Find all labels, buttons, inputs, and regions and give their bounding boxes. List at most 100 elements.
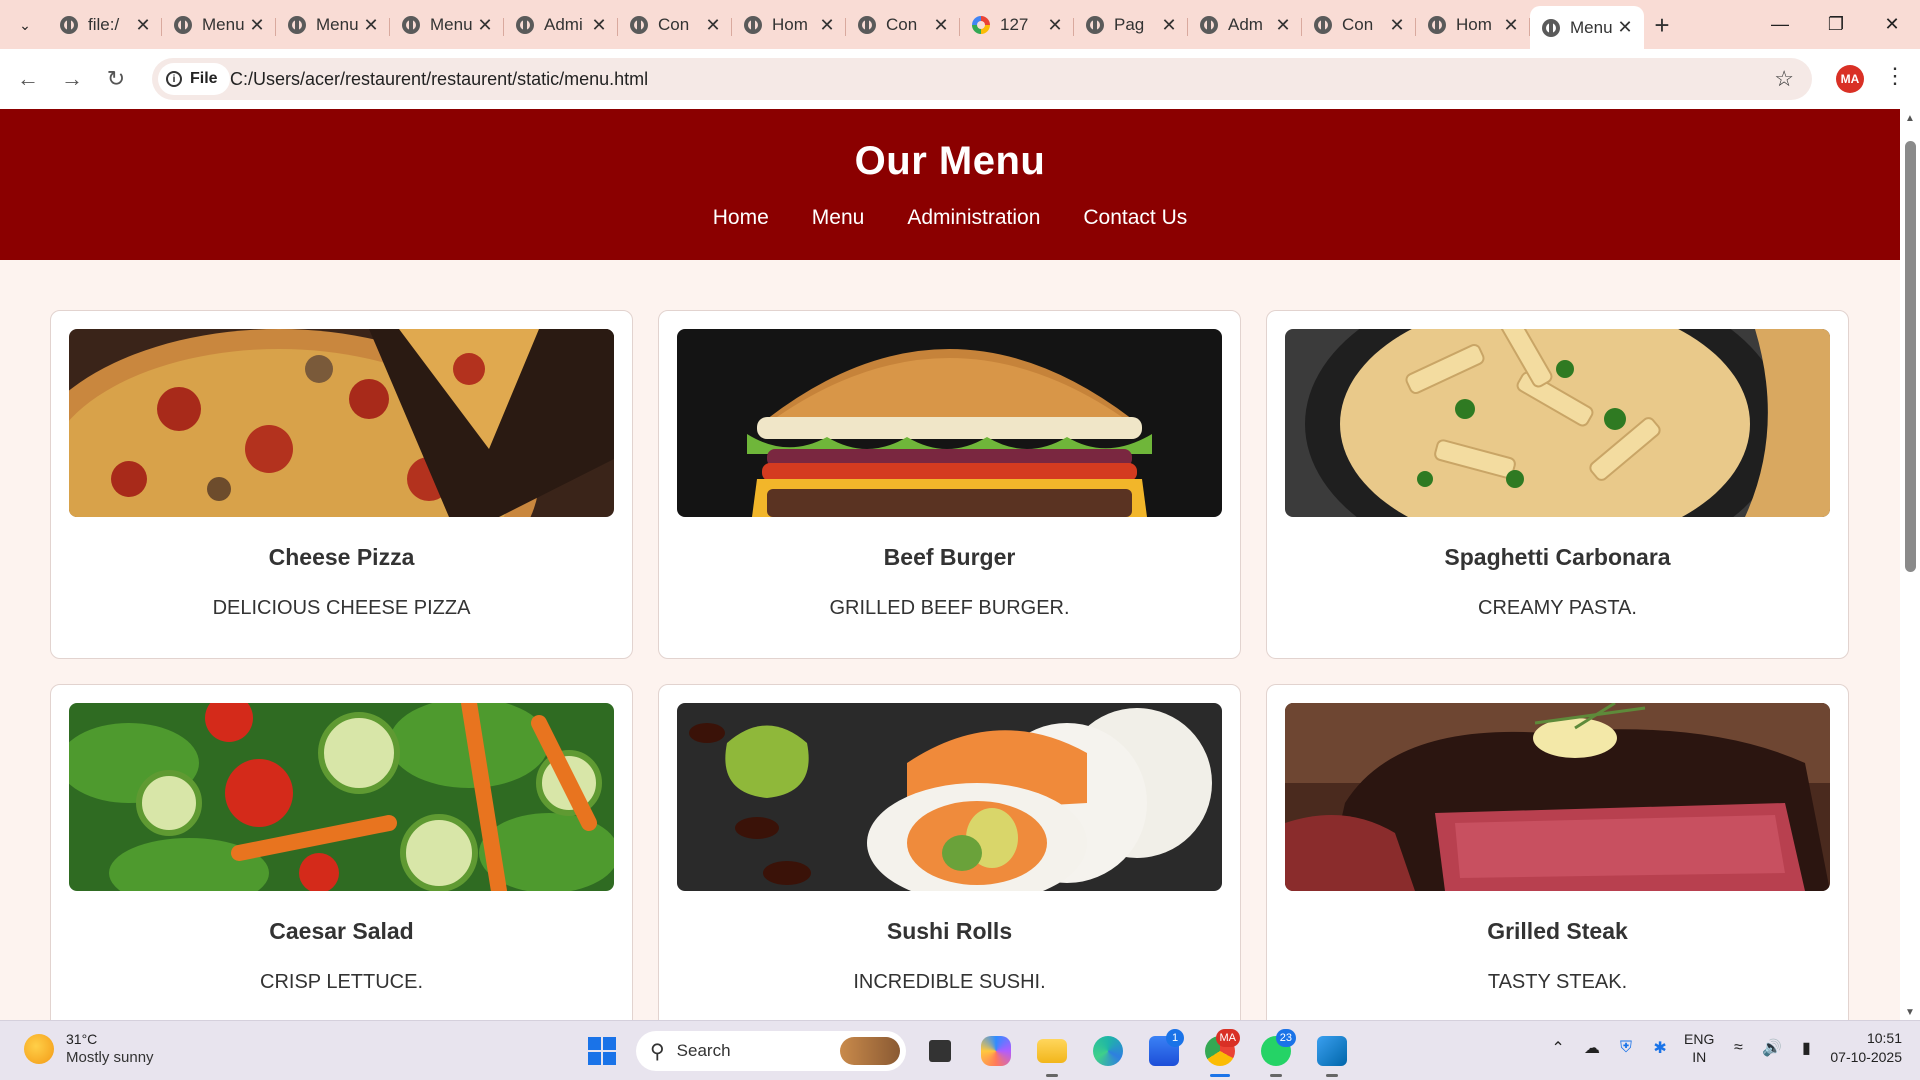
back-arrow-icon[interactable]: ← xyxy=(12,63,44,95)
windows-start-icon[interactable] xyxy=(580,1029,624,1073)
page-title: Our Menu xyxy=(854,139,1046,183)
close-tab-icon[interactable]: ✕ xyxy=(476,15,494,36)
minimize-icon[interactable]: — xyxy=(1752,0,1808,49)
browser-tab[interactable]: Adm ✕ xyxy=(1188,6,1302,44)
address-bar[interactable]: i File C:/Users/acer/restaurent/restaure… xyxy=(152,58,1812,100)
scroll-down-arrow-icon[interactable]: ▼ xyxy=(1905,1007,1915,1018)
weather-widget[interactable]: 31°C Mostly sunny xyxy=(24,1031,154,1066)
nav-link-contact-us[interactable]: Contact Us xyxy=(1083,206,1187,230)
close-tab-icon[interactable]: ✕ xyxy=(1160,15,1178,36)
browser-tab[interactable]: Pag ✕ xyxy=(1074,6,1188,44)
tab-title: Admi xyxy=(544,15,583,34)
restore-icon[interactable]: ❐ xyxy=(1808,0,1864,49)
browser-tab[interactable]: Menu ✕ xyxy=(276,6,390,44)
forward-arrow-icon[interactable]: → xyxy=(56,63,88,95)
chrome-icon[interactable]: MA xyxy=(1198,1029,1242,1077)
profile-avatar[interactable]: MA xyxy=(1836,65,1864,93)
pizza-image xyxy=(69,329,614,517)
menu-card: Caesar Salad Crisp lettuce. xyxy=(50,684,633,1020)
browser-tab[interactable]: Menu ✕ xyxy=(1530,6,1644,49)
close-tab-icon[interactable]: ✕ xyxy=(1616,17,1634,38)
nav-link-home[interactable]: Home xyxy=(713,206,769,230)
more-menu-icon[interactable]: ⋮ xyxy=(1884,63,1906,89)
wifi-icon[interactable]: ≈ xyxy=(1728,1038,1748,1058)
globe-icon xyxy=(516,16,534,34)
tab-title: file:/ xyxy=(88,15,120,34)
browser-tab[interactable]: Hom ✕ xyxy=(1416,6,1530,44)
nav-link-menu[interactable]: Menu xyxy=(812,206,865,230)
close-window-icon[interactable]: ✕ xyxy=(1864,0,1920,49)
close-tab-icon[interactable]: ✕ xyxy=(362,15,380,36)
new-tab-plus-icon[interactable]: + xyxy=(1644,6,1680,44)
page-viewport: Our Menu Home Menu Administration Contac… xyxy=(0,109,1900,1020)
globe-icon xyxy=(630,16,648,34)
browser-tab[interactable]: Con ✕ xyxy=(1302,6,1416,44)
menu-card: Grilled Steak Tasty steak. xyxy=(1266,684,1849,1020)
close-tab-icon[interactable]: ✕ xyxy=(1388,15,1406,36)
url-text[interactable]: C:/Users/acer/restaurent/restaurent/stat… xyxy=(230,69,648,90)
menu-item-name: Spaghetti Carbonara xyxy=(1444,544,1671,570)
browser-tab[interactable]: 127 ✕ xyxy=(960,6,1074,44)
sushi-image xyxy=(677,703,1222,891)
scrollbar-thumb[interactable] xyxy=(1905,141,1916,572)
language-code: ENG xyxy=(1684,1031,1715,1047)
vscode-icon[interactable] xyxy=(1310,1029,1354,1077)
browser-tab[interactable]: file:/ ✕ xyxy=(48,6,162,44)
chrome-profile-badge: MA xyxy=(1215,1029,1240,1047)
page-scrollbar[interactable]: ▲ ▼ xyxy=(1900,109,1920,1020)
globe-icon xyxy=(858,16,876,34)
close-tab-icon[interactable]: ✕ xyxy=(590,15,608,36)
taskbar-apps: ⚲ Search 1 MA 23 xyxy=(580,1029,1354,1077)
window-controls: — ❐ ✕ xyxy=(1752,0,1920,49)
menu-item-description: Incredible sushi. xyxy=(853,971,1046,993)
tab-search-chevron-icon[interactable]: ⌄ xyxy=(8,10,42,40)
copilot-icon[interactable] xyxy=(974,1029,1018,1073)
close-tab-icon[interactable]: ✕ xyxy=(248,15,266,36)
tab-title: Menu xyxy=(430,15,473,34)
battery-icon[interactable]: ▮ xyxy=(1796,1038,1816,1058)
close-tab-icon[interactable]: ✕ xyxy=(704,15,722,36)
browser-tab[interactable]: Con ✕ xyxy=(618,6,732,44)
taskbar-search-label: Search xyxy=(676,1041,731,1060)
browser-tab[interactable]: Menu ✕ xyxy=(162,6,276,44)
close-tab-icon[interactable]: ✕ xyxy=(932,15,950,36)
close-tab-icon[interactable]: ✕ xyxy=(1502,15,1520,36)
security-shield-icon[interactable]: ⛨ xyxy=(1616,1038,1636,1058)
close-tab-icon[interactable]: ✕ xyxy=(1274,15,1292,36)
browser-tab[interactable]: Con ✕ xyxy=(846,6,960,44)
globe-icon xyxy=(1542,18,1560,37)
nav-link-administration[interactable]: Administration xyxy=(907,206,1040,230)
bluetooth-icon[interactable]: ✱ xyxy=(1650,1038,1670,1058)
clock[interactable]: 10:51 07-10-2025 xyxy=(1830,1029,1902,1067)
bookmark-star-icon[interactable]: ☆ xyxy=(1774,66,1794,92)
close-tab-icon[interactable]: ✕ xyxy=(818,15,836,36)
menu-item-description: Grilled beef burger. xyxy=(829,597,1070,619)
onedrive-icon[interactable]: ☁ xyxy=(1582,1038,1602,1058)
edge-icon[interactable] xyxy=(1086,1029,1130,1073)
microsoft-store-icon[interactable]: 1 xyxy=(1142,1029,1186,1073)
windows-taskbar: 31°C Mostly sunny ⚲ Search 1 MA 23 ⌃ ☁ ⛨… xyxy=(0,1020,1920,1080)
menu-card: Cheese Pizza Delicious cheese pizza xyxy=(50,310,633,659)
site-nav: Home Menu Administration Contact Us xyxy=(0,206,1900,230)
browser-tab[interactable]: Admi ✕ xyxy=(504,6,618,44)
browser-tab[interactable]: Hom ✕ xyxy=(732,6,846,44)
show-hidden-icons-chevron-icon[interactable]: ⌃ xyxy=(1548,1038,1568,1058)
volume-icon[interactable]: 🔊 xyxy=(1762,1038,1782,1058)
browser-tab[interactable]: Menu ✕ xyxy=(390,6,504,44)
scroll-up-arrow-icon[interactable]: ▲ xyxy=(1905,113,1915,124)
menu-item-description: Tasty steak. xyxy=(1487,971,1628,993)
tab-title: Menu xyxy=(316,15,359,34)
whatsapp-icon[interactable]: 23 xyxy=(1254,1029,1298,1077)
menu-card: Beef Burger Grilled beef burger. xyxy=(658,310,1241,659)
reload-icon[interactable]: ↻ xyxy=(100,63,132,95)
close-tab-icon[interactable]: ✕ xyxy=(134,15,152,36)
file-explorer-icon[interactable] xyxy=(1030,1029,1074,1077)
menu-card: Sushi Rolls Incredible sushi. xyxy=(658,684,1241,1020)
close-tab-icon[interactable]: ✕ xyxy=(1046,15,1064,36)
sun-icon xyxy=(24,1033,54,1064)
taskbar-search-box[interactable]: ⚲ Search xyxy=(636,1031,906,1071)
language-indicator[interactable]: ENG IN xyxy=(1684,1030,1714,1066)
task-view-icon[interactable] xyxy=(918,1029,962,1073)
globe-icon xyxy=(60,16,78,34)
site-info-chip[interactable]: i File xyxy=(158,63,230,95)
